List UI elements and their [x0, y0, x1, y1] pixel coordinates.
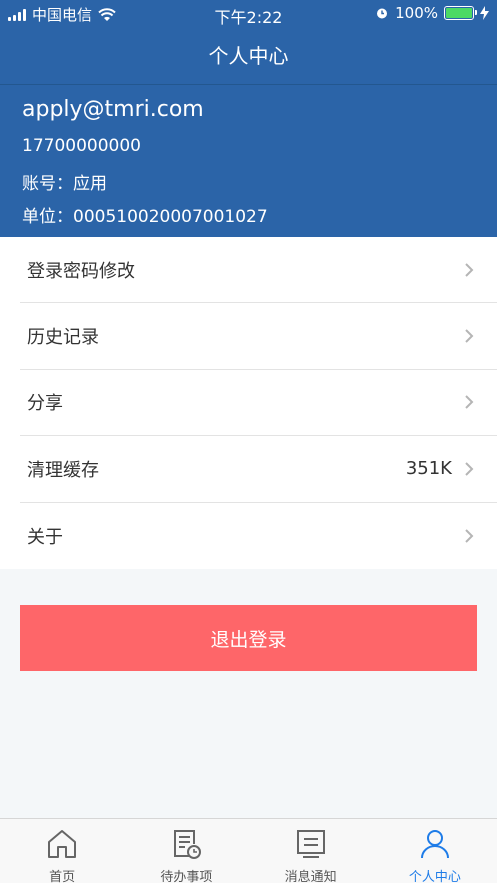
menu-item-label: 关于	[27, 526, 63, 548]
menu-item-clear-cache[interactable]: 清理缓存 351K	[20, 436, 497, 503]
menu-item-label: 清理缓存	[27, 459, 99, 481]
tab-label: 消息通知	[284, 870, 337, 883]
tab-label: 首页	[49, 870, 76, 883]
settings-menu: 登录密码修改 历史记录 分享 清理缓存 351K 关于	[0, 237, 497, 569]
tab-profile[interactable]: 个人中心	[373, 819, 497, 883]
profile-account: 账号：应用	[22, 174, 107, 194]
profile-phone: 17700000000	[22, 136, 141, 156]
status-bar: 中国电信 下午2:22 100%	[0, 0, 497, 28]
menu-item-label: 历史记录	[27, 327, 99, 349]
tab-todo[interactable]: 待办事项	[124, 819, 248, 883]
battery-percent: 100%	[395, 4, 438, 22]
tab-bar: 首页 待办事项 消息通知 个人中心	[0, 818, 497, 883]
chevron-right-icon	[465, 462, 474, 476]
tab-home[interactable]: 首页	[0, 819, 124, 883]
status-bar-right: 100%	[375, 4, 489, 22]
cache-size: 351K	[405, 458, 452, 480]
alarm-icon	[377, 8, 388, 19]
tab-label: 待办事项	[160, 870, 213, 883]
home-icon	[48, 830, 77, 858]
chevron-right-icon	[465, 329, 474, 343]
person-icon	[420, 830, 449, 859]
page-title: 个人中心	[208, 44, 289, 68]
menu-item-change-password[interactable]: 登录密码修改	[20, 237, 497, 304]
profile-header: apply@tmri.com 17700000000 账号：应用 单位：0005…	[0, 85, 497, 237]
chevron-right-icon	[465, 262, 474, 277]
tab-messages[interactable]: 消息通知	[249, 819, 373, 883]
logout-button[interactable]: 退出登录	[20, 605, 477, 671]
message-icon	[296, 830, 325, 858]
menu-item-label: 分享	[27, 393, 63, 415]
profile-email: apply@tmri.com	[22, 97, 204, 122]
battery-icon	[444, 6, 477, 20]
menu-item-share[interactable]: 分享	[20, 370, 497, 437]
todo-icon	[174, 830, 202, 859]
profile-unit: 单位：000510020007001027	[22, 207, 268, 227]
chevron-right-icon	[465, 395, 474, 410]
menu-item-history[interactable]: 历史记录	[20, 303, 497, 370]
tab-label: 个人中心	[408, 870, 461, 883]
chevron-right-icon	[465, 529, 474, 543]
menu-item-label: 登录密码修改	[27, 260, 135, 282]
nav-bar: 个人中心	[0, 28, 497, 85]
charging-icon	[480, 6, 489, 20]
menu-item-about[interactable]: 关于	[20, 503, 497, 569]
